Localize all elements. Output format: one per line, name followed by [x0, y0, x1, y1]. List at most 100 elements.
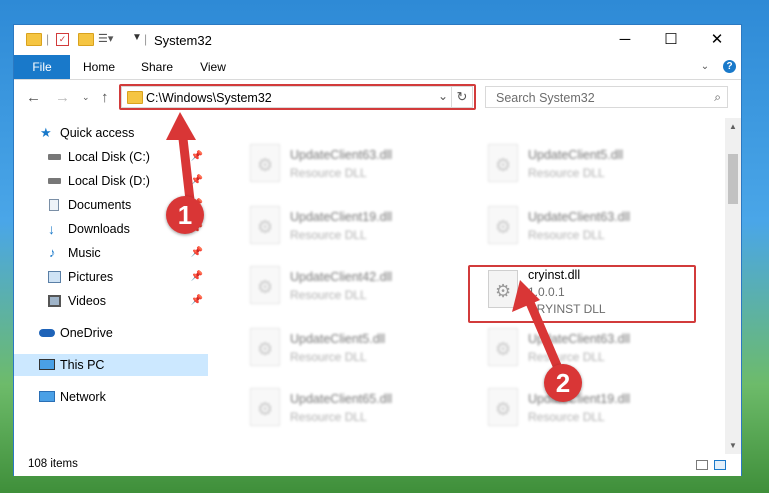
dll-file-icon: ⚙ [250, 388, 280, 426]
scroll-down-icon[interactable]: ▼ [729, 441, 737, 450]
dll-file-icon: ⚙ [488, 328, 518, 366]
nav-label: This PC [60, 358, 105, 372]
file-item[interactable]: ⚙ UpdateClient19.dll Resource DLL [240, 202, 470, 254]
nav-label: Pictures [68, 270, 114, 284]
file-type: Resource DLL [528, 410, 605, 424]
tab-share[interactable]: Share [134, 55, 180, 79]
file-type: Resource DLL [528, 166, 605, 180]
network-icon [39, 391, 55, 402]
file-item[interactable]: ⚙ UpdateClient63.dll Resource DLL [478, 324, 708, 376]
folder-icon [26, 33, 42, 46]
item-count: 108 items [28, 458, 78, 470]
file-type: Resource DLL [290, 288, 367, 302]
file-item[interactable]: ⚙ UpdateClient63.dll Resource DLL [240, 140, 470, 192]
dll-file-icon: ⚙ [250, 266, 280, 304]
nav-this-pc[interactable]: This PC [14, 354, 208, 376]
details-view-icon[interactable] [696, 460, 708, 470]
separator: | [144, 32, 148, 46]
file-item[interactable]: ⚙ UpdateClient5.dll Resource DLL [478, 140, 708, 192]
recent-locations-icon[interactable]: ⌄ [82, 92, 90, 103]
scroll-thumb[interactable] [728, 154, 738, 204]
file-name: UpdateClient63.dll [528, 210, 631, 224]
nav-label: Network [60, 390, 106, 404]
ribbon: File Home Share View ⌄ ? [14, 55, 741, 80]
file-item[interactable]: ⚙ UpdateClient19.dll Resource DLL [478, 384, 708, 436]
help-icon[interactable]: ? [723, 60, 736, 73]
maximize-button[interactable]: ☐ [648, 25, 694, 55]
pin-icon[interactable]: 📌 [191, 170, 203, 192]
nav-quick-access[interactable]: ★ Quick access [14, 122, 208, 144]
file-type: Resource DLL [528, 350, 605, 364]
nav-label: Quick access [60, 126, 135, 140]
tab-home[interactable]: Home [74, 55, 124, 79]
file-type: Resource DLL [290, 228, 367, 242]
back-icon[interactable]: ← [26, 89, 41, 106]
dll-file-icon: ⚙ [250, 144, 280, 182]
customize-toolbar-icon[interactable]: ☰▾ [98, 32, 113, 48]
drive-icon [48, 178, 61, 184]
pin-icon[interactable]: 📌 [191, 242, 203, 264]
up-icon[interactable]: ↑ [101, 89, 109, 106]
file-type: Resource DLL [528, 228, 605, 242]
pin-icon[interactable]: 📌 [191, 146, 203, 168]
step-marker-1: 1 [166, 196, 204, 234]
vertical-scrollbar[interactable]: ▲ ▼ [725, 118, 741, 454]
minimize-button[interactable]: ─ [602, 25, 648, 55]
tab-view[interactable]: View [190, 55, 236, 79]
file-name: UpdateClient63.dll [290, 148, 393, 162]
file-item[interactable]: ⚙ UpdateClient5.dll Resource DLL [240, 324, 470, 376]
large-icons-view-icon[interactable] [714, 460, 726, 470]
title-bar: | ✓ ☰▾ ▼ | System32 ─ ☐ ✕ [14, 25, 741, 55]
file-name: UpdateClient5.dll [528, 148, 624, 162]
nav-videos[interactable]: Videos 📌 [14, 290, 208, 312]
computer-icon [39, 359, 55, 370]
nav-label: Local Disk (D:) [68, 174, 150, 188]
tab-file[interactable]: File [14, 55, 70, 79]
file-name: UpdateClient5.dll [290, 332, 386, 346]
nav-network[interactable]: Network [14, 386, 208, 408]
file-name: UpdateClient19.dll [528, 392, 631, 406]
dll-file-icon: ⚙ [488, 144, 518, 182]
nav-label: OneDrive [60, 326, 113, 340]
file-item[interactable]: ⚙ UpdateClient63.dll Resource DLL [478, 202, 708, 254]
expand-ribbon-icon[interactable]: ⌄ [694, 55, 716, 79]
nav-label: Downloads [68, 222, 130, 236]
nav-label: Documents [68, 198, 132, 212]
close-button[interactable]: ✕ [694, 25, 740, 55]
window-title: System32 [154, 33, 212, 48]
nav-label: Videos [68, 294, 106, 308]
nav-local-disk-c[interactable]: Local Disk (C:) 📌 [14, 146, 208, 168]
file-item[interactable]: ⚙ UpdateClient65.dll Resource DLL [240, 384, 470, 436]
file-type: Resource DLL [290, 410, 367, 424]
videos-icon [48, 295, 61, 307]
separator: | [46, 32, 50, 46]
file-highlight-box [468, 265, 696, 323]
nav-music[interactable]: ♪ Music 📌 [14, 242, 208, 264]
dll-file-icon: ⚙ [250, 206, 280, 244]
nav-pictures[interactable]: Pictures 📌 [14, 266, 208, 288]
dll-file-icon: ⚙ [488, 206, 518, 244]
search-box[interactable]: Search System32 ⌕ [485, 86, 728, 108]
status-bar: 108 items [14, 454, 741, 476]
properties-icon[interactable]: ✓ [56, 33, 69, 46]
music-icon: ♪ [49, 245, 56, 260]
pin-icon[interactable]: 📌 [191, 290, 203, 312]
scroll-up-icon[interactable]: ▲ [729, 122, 737, 131]
dll-file-icon: ⚙ [250, 328, 280, 366]
address-row: ← → ⌄ ↑ C:\Windows\System32 ⌄ ↻ Search S… [14, 80, 741, 116]
search-icon[interactable]: ⌕ [714, 90, 721, 105]
file-type: Resource DLL [290, 166, 367, 180]
file-name: UpdateClient65.dll [290, 392, 393, 406]
step-marker-2: 2 [544, 364, 582, 402]
file-name: UpdateClient42.dll [290, 270, 393, 284]
pin-icon[interactable]: 📌 [191, 266, 203, 288]
dropdown-icon[interactable]: ▼ [132, 32, 142, 48]
downloads-icon: ↓ [48, 221, 55, 237]
file-item[interactable]: ⚙ UpdateClient42.dll Resource DLL [240, 262, 470, 314]
forward-icon[interactable]: → [55, 89, 70, 106]
file-list: ⚙ UpdateClient63.dll Resource DLL ⚙ Upda… [210, 118, 728, 454]
nav-label: Music [68, 246, 101, 260]
nav-local-disk-d[interactable]: Local Disk (D:) 📌 [14, 170, 208, 192]
new-folder-icon[interactable] [78, 33, 94, 46]
nav-onedrive[interactable]: OneDrive [14, 322, 208, 344]
